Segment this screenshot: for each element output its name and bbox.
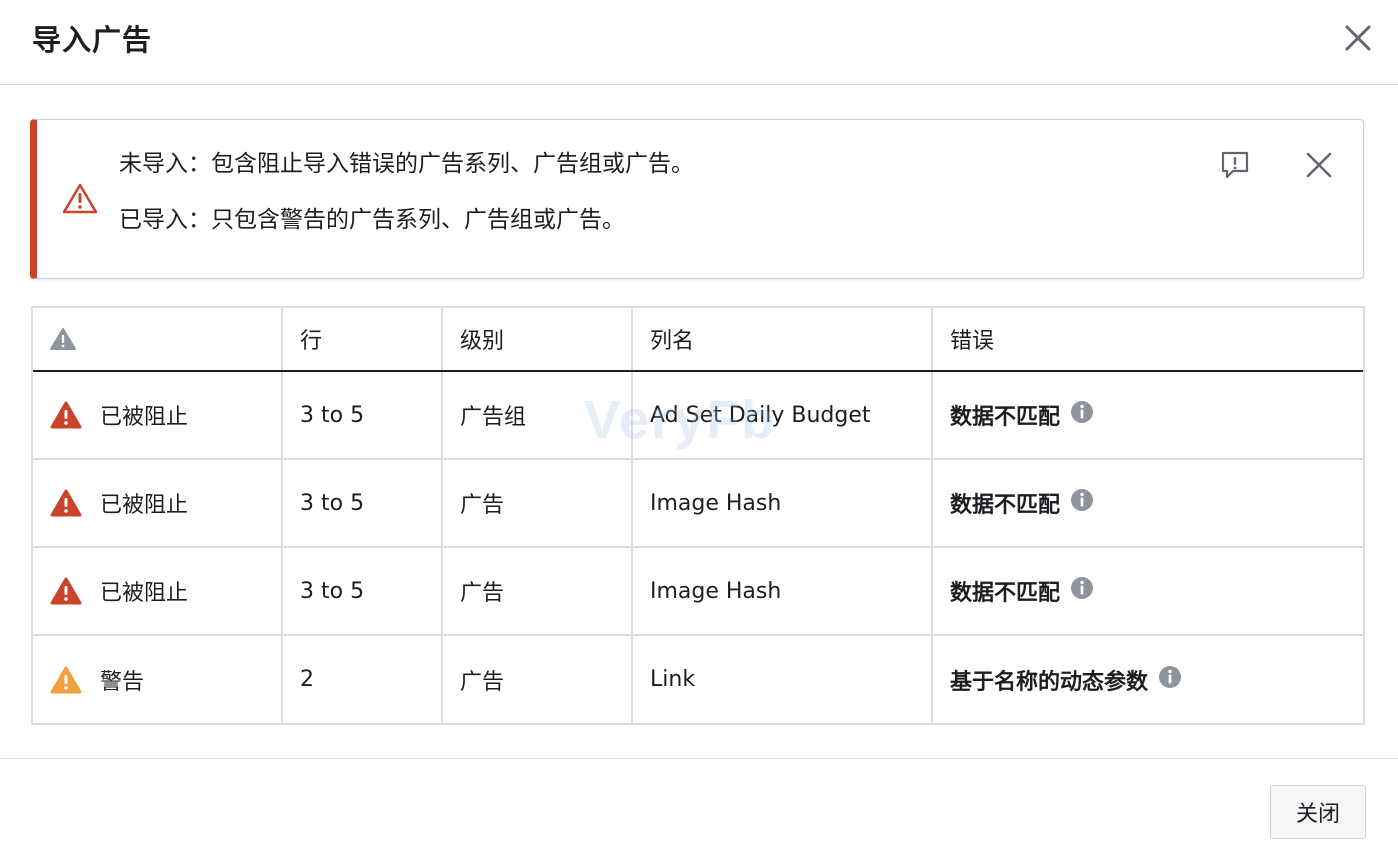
error-text: 基于名称的动态参数: [950, 669, 1149, 695]
header-status[interactable]: [33, 308, 283, 372]
import-alert: 未导入：包含阻止导入错误的广告系列、广告组或广告。 已导入：只包含警告的广告系列…: [30, 119, 1364, 279]
header-column-name[interactable]: 列名: [632, 308, 933, 372]
status-label: 已被阻止: [100, 493, 189, 518]
feedback-icon[interactable]: [1219, 149, 1251, 181]
error-text: 数据不匹配: [950, 493, 1061, 518]
alert-line-not-imported: 未导入：包含阻止导入错误的广告系列、广告组或广告。: [119, 151, 694, 177]
warning-icon: [50, 666, 82, 693]
table-row: 已被阻止 3 to 5 广告组 Ad Set Daily Budget 数据不匹…: [33, 371, 1363, 459]
status-label: 警告: [100, 669, 145, 695]
level: 广告组: [460, 405, 527, 430]
column-name: Link: [650, 667, 696, 692]
close-icon[interactable]: [1338, 18, 1378, 58]
level: 广告: [460, 581, 505, 606]
level: 广告: [460, 493, 505, 518]
status-label: 已被阻止: [100, 581, 189, 606]
header-row[interactable]: 行: [282, 308, 443, 372]
alert-close-icon[interactable]: [1303, 149, 1335, 181]
row-range: 3 to 5: [300, 402, 365, 428]
table-row: 已被阻止 3 to 5 广告 Image Hash 数据不匹配: [33, 547, 1363, 635]
column-name: Ad Set Daily Budget: [650, 402, 871, 428]
table-row: 警告 2 广告 Link 基于名称的动态参数: [33, 635, 1363, 723]
warning-outline-icon: [62, 183, 98, 214]
info-icon[interactable]: [1070, 488, 1094, 512]
import-errors-table: 行 级别 列名 错误 已被阻止 3 to 5 广告组 Ad Set Daily: [31, 306, 1365, 725]
column-name: Image Hash: [650, 578, 782, 604]
level: 广告: [460, 669, 505, 695]
status-label: 已被阻止: [100, 405, 189, 430]
error-text: 数据不匹配: [950, 581, 1061, 606]
dialog-title: 导入广告: [32, 23, 153, 57]
dialog-footer: 关闭: [0, 758, 1398, 861]
close-button[interactable]: 关闭: [1270, 785, 1366, 839]
row-range: 3 to 5: [300, 578, 365, 604]
blocked-icon: [50, 489, 82, 517]
info-icon[interactable]: [1070, 576, 1094, 600]
header-error[interactable]: 错误: [932, 308, 1363, 372]
alert-line-imported: 已导入：只包含警告的广告系列、广告组或广告。: [119, 207, 625, 233]
table-header-row: 行 级别 列名 错误: [33, 308, 1363, 372]
header-level[interactable]: 级别: [442, 308, 633, 372]
warning-icon: [50, 328, 76, 350]
dialog-header: 导入广告: [0, 0, 1398, 85]
error-text: 数据不匹配: [950, 405, 1061, 430]
blocked-icon: [50, 577, 82, 605]
row-range: 3 to 5: [300, 490, 365, 516]
row-range: 2: [300, 667, 314, 692]
blocked-icon: [50, 401, 82, 429]
info-icon[interactable]: [1158, 665, 1182, 689]
column-name: Image Hash: [650, 490, 782, 516]
info-icon[interactable]: [1070, 400, 1094, 424]
table-row: 已被阻止 3 to 5 广告 Image Hash 数据不匹配: [33, 459, 1363, 547]
